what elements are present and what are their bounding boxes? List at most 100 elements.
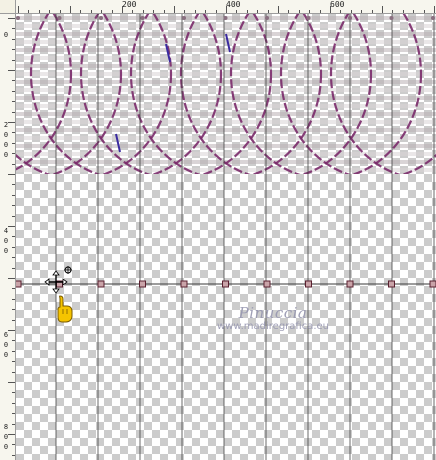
ruler-digit: 2 [3,121,9,129]
ruler-tick [371,10,373,13]
ruler-tick [8,122,15,123]
ruler-tick [111,10,113,13]
ruler-tick [12,246,15,248]
ruler-digit: 0 [3,237,9,245]
ruler-tick [12,59,15,61]
deform-node[interactable] [346,280,354,288]
tube-band [16,88,436,92]
ruler-tick [12,184,15,186]
ruler-tick [12,80,15,82]
ruler-tick [12,90,15,92]
ruler-tick [12,423,15,425]
ruler-tick [413,10,415,13]
ruler-tick [8,434,15,435]
ruler-digit: 4 [3,227,9,235]
deform-node[interactable] [139,280,146,288]
ruler-tick [205,10,207,13]
vertical-ruler[interactable]: 0 2 0 0 0 4 0 0 6 0 0 8 0 0 1 0 0 [0,14,16,460]
horizontal-ruler[interactable]: 200 400 600 [16,0,436,14]
tube-band [16,80,436,84]
ruler-tick [12,413,15,415]
ruler-digit: 0 [3,247,9,255]
ruler-tick [8,18,15,19]
ruler-tick [288,10,290,13]
ruler-tick [12,49,15,51]
tube-band [16,48,436,52]
deform-node-top [306,16,311,20]
ruler-tick [278,6,279,13]
ruler-tick [12,340,15,342]
tube-band [16,24,436,28]
image-workspace: 200 400 600 0 2 0 0 0 4 0 0 6 0 0 8 0 0 … [0,0,436,460]
tube-band-layer [16,16,436,172]
ruler-tick [184,10,186,13]
deform-node-top [182,16,186,20]
tube-band [16,144,436,148]
deform-node-top [99,16,103,20]
deform-node-top [16,16,20,20]
ruler-tick [90,10,92,13]
ruler-tick [434,6,435,13]
deform-node-top [140,16,145,20]
tube-band [16,72,436,76]
ruler-tick [12,444,15,446]
tube-band [16,64,436,68]
deform-node-top [431,16,435,20]
ruler-digit: 0 [3,433,9,441]
ruler-digit: 0 [3,131,9,139]
deform-node[interactable] [388,280,395,288]
ruler-tick [215,10,217,13]
ruler-digit: 0 [3,141,9,149]
ruler-tick [12,309,15,311]
ruler-tick [8,278,15,279]
ruler-tick [59,10,61,13]
tube-band [16,168,436,172]
ruler-tick [70,6,71,13]
ruler-tick [12,402,15,404]
ruler-tick [236,10,238,13]
ruler-tick [8,382,15,383]
deform-node[interactable] [97,280,105,288]
ruler-tick [12,194,15,196]
tube-band [16,104,436,108]
ruler-tick [12,38,15,40]
ruler-tick [12,371,15,373]
deform-node[interactable] [16,280,22,288]
ruler-tick [163,10,165,13]
ruler-tick [101,10,103,13]
ruler-digit: 6 [3,331,9,339]
deform-node-top [265,16,269,20]
pattern-layer[interactable] [16,14,436,460]
ruler-tick [12,101,15,103]
ruler-tick [12,215,15,217]
ruler-tick [18,6,19,13]
ruler-tick [298,10,300,13]
ruler-tick [12,111,15,113]
ruler-tick [132,10,134,13]
ruler-tick [350,10,352,13]
deform-node[interactable] [305,280,312,288]
ruler-corner [0,0,16,14]
ruler-tick [12,288,15,290]
ruler-digit: 0 [3,31,9,39]
ruler-tick [12,142,15,144]
ruler-tick [194,10,196,13]
tube-band [16,120,436,124]
move-arrows-icon [44,266,72,294]
ruler-tick [153,10,155,13]
ruler-tick [12,267,15,269]
tube-band [16,128,436,132]
ruler-tick [80,10,82,13]
image-canvas[interactable]: Pinuccia www.madiregrafica.eu [16,14,436,460]
pointing-hand-icon [57,295,73,323]
ruler-tick [382,6,383,13]
ruler-digit: 0 [3,351,9,359]
deform-node[interactable] [222,280,229,288]
ruler-tick [12,361,15,363]
deform-node[interactable] [263,280,271,288]
deform-node[interactable] [180,280,188,288]
ruler-tick [28,10,30,13]
ruler-tick [330,6,331,13]
ruler-tick [142,10,144,13]
deform-node[interactable] [429,280,436,288]
